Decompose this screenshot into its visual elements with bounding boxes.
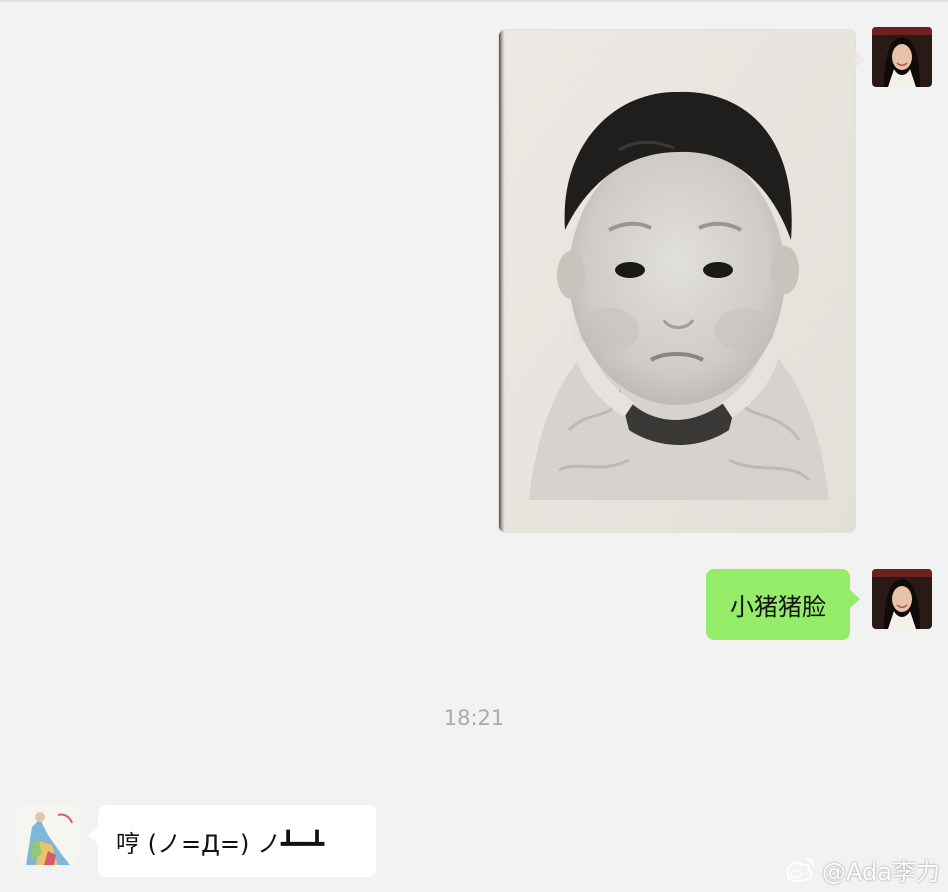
sent-bubble-tail [850,590,860,608]
self-avatar-image [872,27,932,87]
contact-avatar-image [18,805,78,865]
self-avatar[interactable] [872,27,932,87]
message-text: 小猪猪脸 [730,593,826,621]
sent-text-bubble[interactable]: 小猪猪脸 [706,569,850,640]
chat-window: 小猪猪脸 18:21 哼 (ノ=Д=) ノ┻━┻ @Ada李力 [0,0,948,892]
self-avatar-image [872,569,932,629]
self-avatar[interactable] [872,569,932,629]
contact-avatar[interactable] [18,805,78,865]
weibo-icon [786,858,814,882]
top-divider [0,0,948,2]
message-text: 哼 (ノ=Д=) ノ┻━┻ [116,829,325,858]
baby-photo [499,30,855,532]
message-timestamp: 18:21 [443,706,505,730]
received-text-bubble[interactable]: 哼 (ノ=Д=) ノ┻━┻ [98,805,376,877]
image-bubble-tail [855,50,865,68]
received-bubble-tail [88,826,98,844]
image-message-bubble[interactable] [499,30,855,532]
watermark-text: @Ada李力 [822,857,940,886]
weibo-watermark: @Ada李力 [782,852,940,886]
